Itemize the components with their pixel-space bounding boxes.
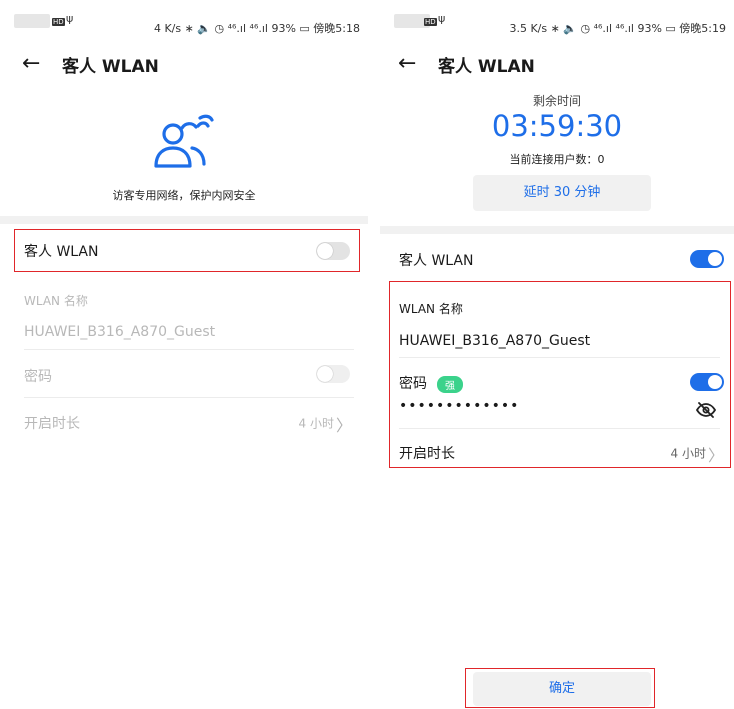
screenshot-separator xyxy=(368,0,380,709)
guest-wlan-toggle[interactable] xyxy=(690,250,724,268)
chevron-right-icon: 〉 xyxy=(707,446,724,465)
password-toggle[interactable] xyxy=(690,373,724,391)
row-divider xyxy=(24,349,354,350)
right-screen: HD ψ 3.5 K/s ∗ 🔈 ◷ ⁴⁶.ıl ⁴⁶.ıl 93% ▭ 傍晚5… xyxy=(380,0,734,709)
wlan-name-value[interactable]: HUAWEI_B316_A870_Guest xyxy=(24,324,215,340)
guest-wlan-toggle[interactable] xyxy=(316,242,350,260)
password-label: 密码 xyxy=(24,369,52,385)
app-bar: ← 客人 WLAN xyxy=(0,50,368,82)
remaining-timer: 03:59:30 xyxy=(491,109,623,143)
row-divider xyxy=(24,397,354,398)
status-text: 4 K/s ∗ 🔈 ◷ ⁴⁶.ıl ⁴⁶.ıl 93% ▭ 傍晚5:18 xyxy=(153,22,360,35)
chevron-right-icon: 〉 xyxy=(335,416,352,435)
connected-users: 当前连接用户数：0 xyxy=(509,153,605,166)
guest-users-wifi-icon xyxy=(154,114,214,168)
left-screen: HD ψ 4 K/s ∗ 🔈 ◷ ⁴⁶.ıl ⁴⁶.ıl 93% ▭ 傍晚5:1… xyxy=(0,0,368,709)
hero-text: 访客专用网络，保护内网安全 xyxy=(112,189,256,202)
app-bar: ← 客人 WLAN xyxy=(380,50,734,82)
status-bar: HD ψ 4 K/s ∗ 🔈 ◷ ⁴⁶.ıl ⁴⁶.ıl 93% ▭ 傍晚5:1… xyxy=(0,0,368,40)
password-label: 密码强 xyxy=(399,373,463,393)
status-text: 3.5 K/s ∗ 🔈 ◷ ⁴⁶.ıl ⁴⁶.ıl 93% ▭ 傍晚5:19 xyxy=(509,22,726,35)
hd-icon: HD xyxy=(424,18,437,26)
usb-icon: ψ xyxy=(66,12,74,25)
page-title: 客人 WLAN xyxy=(62,57,159,77)
back-arrow-icon[interactable]: ← xyxy=(398,50,416,78)
duration-label: 开启时长 xyxy=(399,446,455,462)
password-label-text: 密码 xyxy=(399,376,427,392)
duration-value[interactable]: 4 小时〉 xyxy=(299,412,352,436)
row-divider xyxy=(399,428,720,429)
hd-icon: HD xyxy=(52,18,65,26)
wlan-name-label: WLAN 名称 xyxy=(24,294,88,308)
back-arrow-icon[interactable]: ← xyxy=(22,50,40,78)
duration-value-text: 4 小时 xyxy=(298,416,334,431)
section-divider xyxy=(0,216,368,224)
guest-wlan-label: 客人 WLAN xyxy=(399,253,474,269)
guest-wlan-label: 客人 WLAN xyxy=(24,244,99,260)
duration-label: 开启时长 xyxy=(24,416,80,432)
password-field[interactable]: ••••••••••••• xyxy=(399,398,519,414)
password-toggle[interactable] xyxy=(316,365,350,383)
duration-value[interactable]: 4 小时〉 xyxy=(671,442,724,466)
row-divider xyxy=(399,357,720,358)
carrier-blur xyxy=(14,14,50,28)
wlan-name-label: WLAN 名称 xyxy=(399,302,463,316)
confirm-button[interactable]: 确定 xyxy=(473,672,651,706)
remaining-label: 剩余时间 xyxy=(532,94,581,108)
eye-off-icon[interactable] xyxy=(696,402,716,418)
strength-badge: 强 xyxy=(437,375,463,393)
usb-icon: ψ xyxy=(438,12,446,25)
page-title: 客人 WLAN xyxy=(438,57,535,77)
extend-button[interactable]: 延时 30 分钟 xyxy=(473,175,651,211)
wlan-name-value[interactable]: HUAWEI_B316_A870_Guest xyxy=(399,333,590,349)
status-bar: HD ψ 3.5 K/s ∗ 🔈 ◷ ⁴⁶.ıl ⁴⁶.ıl 93% ▭ 傍晚5… xyxy=(380,0,734,40)
duration-value-text: 4 小时 xyxy=(670,446,706,461)
section-divider xyxy=(380,226,734,234)
